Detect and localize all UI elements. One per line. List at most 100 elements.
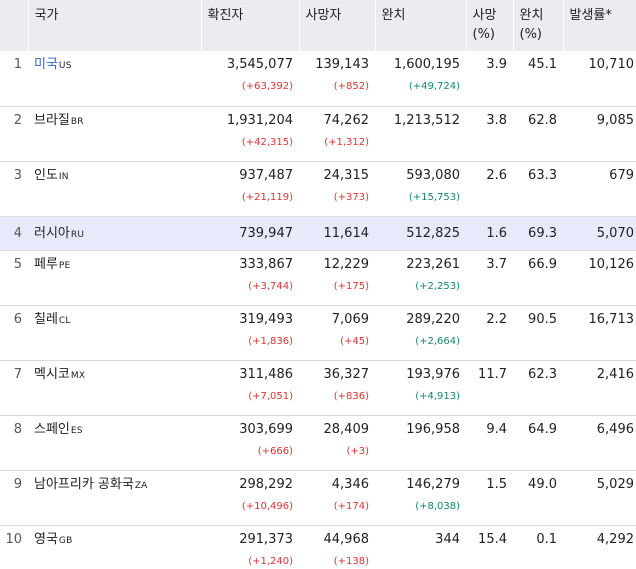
- country-code: MX: [70, 370, 86, 381]
- incidence-cell: 16,713: [563, 305, 636, 361]
- header-recovered[interactable]: 완치: [374, 0, 466, 51]
- country-name: 스페인: [34, 421, 70, 437]
- table-row: 7 멕시코MX 311,486 (+7,051) 36,327 (+836) 193,976…: [0, 360, 636, 416]
- country-code: BR: [70, 116, 84, 127]
- table-row: 1 미국US 3,545,077 (+63,392) 139,143 (+852) 1,60…: [0, 51, 636, 107]
- header-deaths[interactable]: 사망자: [298, 0, 375, 51]
- confirmed-cell: 1,931,204 (+42,315): [201, 106, 299, 162]
- confirmed-cell: 298,292 (+10,496): [201, 470, 299, 526]
- deaths-cell: 44,968 (+138): [299, 525, 375, 569]
- confirmed-delta: (+1,240): [248, 555, 293, 567]
- incidence-cell: 9,085: [563, 106, 636, 162]
- confirmed-value: 319,493: [239, 311, 293, 327]
- recovery-rate-cell: 49.0: [513, 470, 563, 526]
- deaths-delta: (+373): [333, 191, 369, 203]
- deaths-value: 11,614: [323, 225, 370, 241]
- deaths-cell: 28,409 (+3): [299, 415, 375, 471]
- rank-cell: 5: [0, 250, 28, 306]
- table-row: 2 브라질BR 1,931,204 (+42,315) 74,262 (+1,312) 1,…: [0, 106, 636, 162]
- rank-cell: 7: [0, 360, 28, 416]
- incidence-cell: 5,070: [563, 216, 636, 251]
- confirmed-cell: 311,486 (+7,051): [201, 360, 299, 416]
- table-row: 6 칠레CL 319,493 (+1,836) 7,069 (+45) 289,220 (+2…: [0, 305, 636, 361]
- deaths-cell: 139,143 (+852): [299, 51, 375, 107]
- covid-stats-table-container: 국가 확진자 사망자 완치 사망 (%) 완치 (%) 발생률* 1 미국US 3,…: [0, 0, 636, 569]
- death-rate-cell: 15.4: [466, 525, 513, 569]
- confirmed-value: 333,867: [239, 256, 293, 272]
- recovered-delta: (+15,753): [408, 191, 460, 203]
- confirmed-cell: 937,487 (+21,119): [201, 161, 299, 217]
- deaths-value: 44,968: [323, 531, 370, 547]
- deaths-value: 24,315: [323, 167, 370, 183]
- country-code: PE: [58, 260, 71, 271]
- recovered-delta: (+4,913): [415, 390, 460, 402]
- recovery-rate-cell: 63.3: [513, 161, 563, 217]
- header-incidence[interactable]: 발생률*: [562, 0, 636, 51]
- table-header-row: 국가 확진자 사망자 완치 사망 (%) 완치 (%) 발생률*: [0, 0, 636, 51]
- deaths-cell: 24,315 (+373): [299, 161, 375, 217]
- recovered-cell: 593,080 (+15,753): [375, 161, 466, 217]
- incidence-cell: 6,496: [563, 415, 636, 471]
- confirmed-delta: (+10,496): [241, 500, 293, 512]
- deaths-delta: (+1,312): [324, 136, 369, 148]
- recovery-rate-cell: 62.3: [513, 360, 563, 416]
- recovery-rate-cell: 45.1: [513, 51, 563, 107]
- confirmed-delta: (+42,315): [241, 136, 293, 148]
- deaths-value: 28,409: [323, 421, 370, 437]
- table-row: 10 영국GB 291,373 (+1,240) 44,968 (+138) 344 15.4…: [0, 525, 636, 569]
- incidence-cell: 10,710: [563, 51, 636, 107]
- confirmed-cell: 3,545,077 (+63,392): [201, 51, 299, 107]
- country-code: US: [58, 61, 72, 71]
- confirmed-delta: (+21,119): [241, 191, 293, 203]
- confirmed-value: 739,947: [239, 225, 293, 241]
- recovered-value: 1,600,195: [393, 57, 460, 72]
- country-code: ZA: [134, 480, 148, 491]
- country-cell: 영국GB: [28, 525, 201, 569]
- confirmed-value: 1,931,204: [226, 112, 293, 128]
- deaths-delta: (+138): [333, 555, 369, 567]
- rank-cell: 6: [0, 305, 28, 361]
- recovered-cell: 193,976 (+4,913): [375, 360, 466, 416]
- deaths-delta: (+3): [346, 445, 369, 457]
- incidence-cell: 2,416: [563, 360, 636, 416]
- death-rate-cell: 11.7: [466, 360, 513, 416]
- header-recovery-rate[interactable]: 완치 (%): [512, 0, 563, 51]
- confirmed-value: 937,487: [239, 167, 293, 183]
- rank-cell: 2: [0, 106, 28, 162]
- deaths-delta: (+174): [333, 500, 369, 512]
- country-name: 러시아: [34, 225, 70, 241]
- recovery-rate-cell: 66.9: [513, 250, 563, 306]
- death-rate-cell: 3.8: [466, 106, 513, 162]
- recovered-value: 512,825: [406, 225, 460, 241]
- confirmed-delta: (+63,392): [241, 81, 293, 92]
- deaths-cell: 12,229 (+175): [299, 250, 375, 306]
- header-rank: [0, 0, 28, 51]
- country-name: 페루: [34, 256, 58, 272]
- header-confirmed[interactable]: 확진자: [200, 0, 299, 51]
- recovery-rate-cell: 0.1: [513, 525, 563, 569]
- confirmed-cell: 333,867 (+3,744): [201, 250, 299, 306]
- confirmed-delta: (+3,744): [248, 280, 293, 292]
- rank-cell: 3: [0, 161, 28, 217]
- deaths-value: 74,262: [323, 112, 370, 128]
- country-code: IN: [58, 171, 69, 182]
- header-country[interactable]: 국가: [27, 0, 201, 51]
- header-death-rate[interactable]: 사망 (%): [465, 0, 513, 51]
- table-row: 4 러시아RU 739,947 11,614 512,825 1.6 69.3 5,070: [0, 216, 636, 251]
- deaths-value: 4,346: [331, 476, 369, 492]
- death-rate-cell: 9.4: [466, 415, 513, 471]
- deaths-cell: 36,327 (+836): [299, 360, 375, 416]
- confirmed-value: 311,486: [239, 366, 293, 382]
- country-name: 멕시코: [34, 366, 70, 382]
- deaths-delta: (+175): [333, 280, 369, 292]
- country-name[interactable]: 미국: [34, 57, 58, 72]
- country-cell: 미국US: [28, 51, 201, 107]
- death-rate-cell: 2.2: [466, 305, 513, 361]
- confirmed-value: 291,373: [239, 531, 293, 547]
- recovered-cell: 344: [375, 525, 466, 569]
- confirmed-value: 298,292: [239, 476, 293, 492]
- table-row: 5 페루PE 333,867 (+3,744) 12,229 (+175) 223,261(…: [0, 250, 636, 306]
- country-code: RU: [70, 229, 85, 240]
- recovered-delta: (+2,664): [415, 335, 460, 347]
- death-rate-cell: 1.6: [466, 216, 513, 251]
